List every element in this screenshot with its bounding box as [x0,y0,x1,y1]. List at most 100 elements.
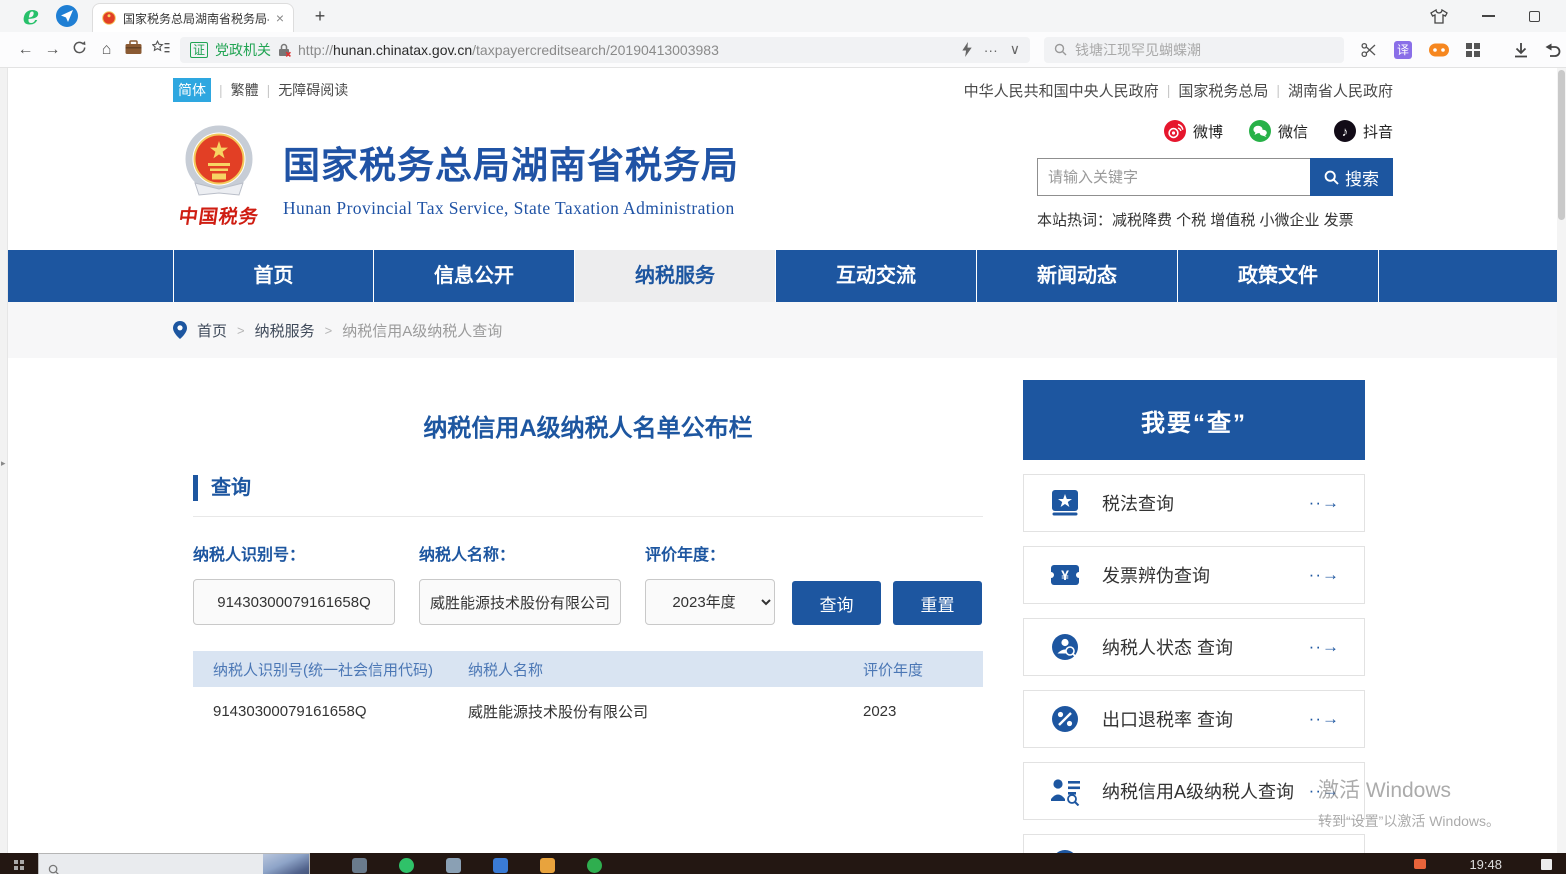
undo-restore-tab-icon[interactable] [1545,43,1561,57]
section-divider [193,516,983,517]
scissors-glyph [1361,42,1377,58]
taskbar-folder-icon[interactable] [540,858,555,873]
reset-button[interactable]: 重置 [893,581,982,625]
tray-app-icon[interactable] [1414,859,1426,869]
address-bar[interactable]: 证 党政机关 http://hunan.chinatax.gov.cn/taxp… [180,37,1030,63]
url-text[interactable]: http://hunan.chinatax.gov.cn/taxpayercre… [298,42,719,58]
browser-search-box[interactable]: 钱塘江现罕见蝴蝶潮 [1044,37,1344,63]
taskbar-app-icon[interactable] [352,858,367,873]
breadcrumb-separator: > [325,323,333,338]
accessibility-link[interactable]: 无障碍阅读 [278,80,348,100]
url-path: /taxpayercreditsearch/20190413003983 [472,42,719,58]
nav-item-news[interactable]: 新闻动态 [977,250,1178,302]
screenshot-scissors-icon[interactable] [1361,42,1377,58]
page-scrollbar[interactable] [1557,68,1566,853]
hot-words-list[interactable]: 减税降费 个税 增值税 小微企业 发票 [1112,212,1354,229]
side-panel-handle-icon[interactable]: ▸ [1,458,6,469]
lang-simplified-button[interactable]: 简体 [173,78,211,102]
export-rebate-percent-icon [1050,704,1080,734]
lang-traditional-button[interactable]: 繁體 [231,80,259,100]
more-actions-icon[interactable]: ··· [984,42,998,58]
gov-link-sta[interactable]: 国家税务总局 [1178,80,1268,101]
breadcrumb-home[interactable]: 首页 [197,320,227,341]
taskbar-app-icon[interactable] [493,858,508,873]
browser-side-panel-strip[interactable]: ▸ [0,68,8,853]
sidebar-item-label: 税法查询 [1102,490,1174,516]
back-icon[interactable]: ← [12,41,39,59]
search-highlight-thumbnail[interactable] [263,854,309,874]
sidebar-item-taxpayer-status-query[interactable]: 纳税人状态 查询 ··→ [1023,618,1365,676]
restore-button[interactable] [1529,11,1540,22]
tab-close-icon[interactable]: × [276,10,284,26]
site-search-input[interactable] [1037,158,1310,196]
star-list-glyph [152,40,170,55]
taskbar-clock[interactable]: 19:48 [1469,857,1502,872]
tray-icon[interactable] [1541,859,1552,870]
page-title: 纳税信用A级纳税人名单公布栏 [173,408,1003,443]
taskbar-search-box[interactable] [38,853,310,874]
utility-separator: | [1167,82,1171,98]
forward-icon[interactable]: → [39,41,66,59]
gov-link-central[interactable]: 中华人民共和国中央人民政府 [964,80,1159,101]
location-pin-icon [173,321,187,339]
taxpayer-id-label: 纳税人识别号： [193,541,395,565]
apps-grid-icon[interactable] [1466,43,1480,57]
search-icon [1324,170,1339,185]
table-row: 91430300079161658Q 威胜能源技术股份有限公司 2023 [193,687,983,735]
query-section-title: 查询 [193,475,983,501]
site-search: 搜索 [1037,158,1393,196]
sidebar-item-label: 纳税人状态 查询 [1102,634,1233,660]
cert-site-type[interactable]: 党政机关 [215,40,271,60]
reader-lightning-icon[interactable] [962,42,972,57]
taskbar-app-icon[interactable] [446,858,461,873]
taxpayer-id-input[interactable] [193,579,395,625]
sidebar-item-tax-law-query[interactable]: 税法查询 ··→ [1023,474,1365,532]
new-tab-button[interactable]: + [308,6,332,27]
svg-text:¥: ¥ [1061,567,1069,583]
evaluation-year-select[interactable]: 2023年度 [645,579,775,625]
taskbar-360-browser-icon[interactable] [399,858,414,873]
sidebar-item-tax-arrears-notice-query[interactable]: ! 欠税公告查询 ··→ [1023,834,1365,853]
translate-icon[interactable]: 译 [1394,41,1412,59]
download-glyph [1514,42,1528,58]
sidebar-item-export-rebate-query[interactable]: 出口退税率 查询 ··→ [1023,690,1365,748]
refresh-icon[interactable] [66,40,93,60]
sidebar-item-credit-a-taxpayer-query[interactable]: 纳税信用A级纳税人查询 ··→ [1023,762,1365,820]
nav-item-tax-service[interactable]: 纳税服务 [575,250,776,302]
arrow-right-icon: ··→ [1309,565,1340,585]
dropdown-chevron-icon[interactable]: ∨ [1010,41,1020,58]
sidebar: 我要“查” 税法查询 ··→ ¥ 发票辨伪查询 ··→ 纳税人状态 查询 ··→ [1023,358,1365,853]
user-account-icon[interactable] [56,5,78,27]
gov-link-hunan[interactable]: 湖南省人民政府 [1288,80,1393,101]
douyin-link[interactable]: ♪ 抖音 [1334,120,1393,142]
start-button[interactable] [0,853,38,870]
table-header-row: 纳税人识别号(统一社会信用代码) 纳税人名称 评价年度 [193,651,983,687]
breadcrumb-section[interactable]: 纳税服务 [255,320,315,341]
nav-item-interaction[interactable]: 互动交流 [776,250,977,302]
col-header-taxpayer-name: 纳税人名称 [468,659,863,680]
favorites-star-list-icon[interactable] [147,40,174,60]
game-center-icon[interactable] [1429,42,1449,58]
scrollbar-thumb[interactable] [1558,70,1565,220]
taxpayer-name-input[interactable] [419,579,621,625]
home-icon[interactable]: ⌂ [93,41,120,59]
theme-skin-icon[interactable] [1430,9,1448,24]
main-panel: 纳税信用A级纳税人名单公布栏 查询 纳税人识别号： 纳税人名称： 评价 [173,358,1003,735]
sidebar-item-invoice-check-query[interactable]: ¥ 发票辨伪查询 ··→ [1023,546,1365,604]
site-search-button[interactable]: 搜索 [1310,158,1393,196]
nav-item-policy[interactable]: 政策文件 [1178,250,1379,302]
browser-360-logo-icon[interactable]: e [14,3,48,29]
wechat-link[interactable]: 微信 [1249,120,1308,142]
downloads-icon[interactable] [1514,42,1528,58]
weibo-link[interactable]: 微博 [1164,120,1223,142]
taskbar-wechat-icon[interactable] [587,858,602,873]
nav-item-info[interactable]: 信息公开 [374,250,575,302]
search-icon [48,864,60,874]
site-logo[interactable]: 中国税务 [173,125,265,229]
toolbox-briefcase-icon[interactable] [120,40,147,60]
sidebar-item-label: 发票辨伪查询 [1102,562,1210,588]
nav-item-home[interactable]: 首页 [173,250,374,302]
minimize-button[interactable] [1482,15,1495,17]
query-button[interactable]: 查询 [792,581,881,625]
browser-tab[interactable]: 国家税务总局湖南省税务局--纳 × [92,3,294,32]
